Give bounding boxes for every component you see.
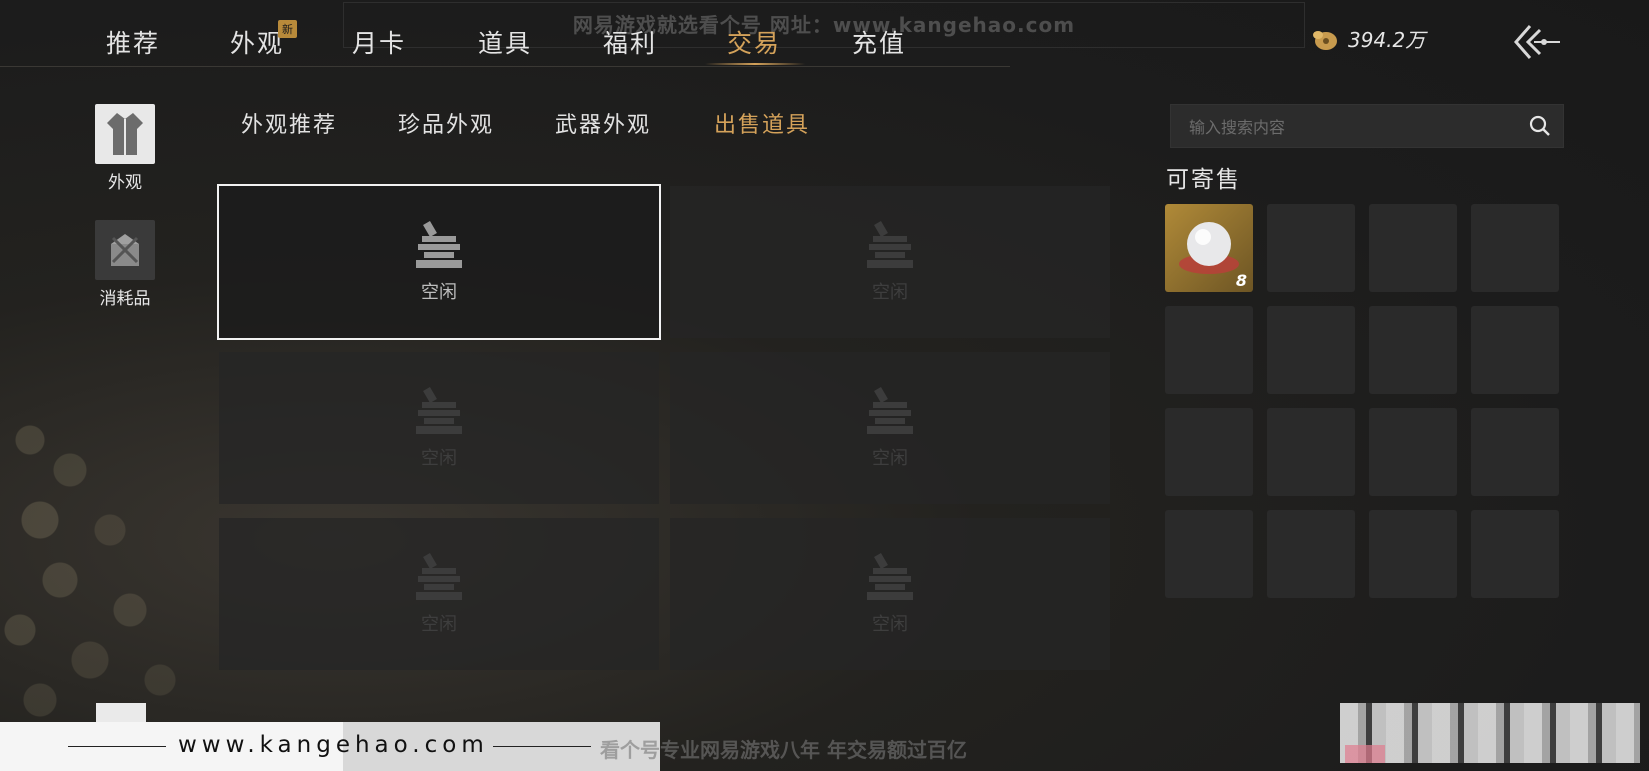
pixelated-watermark xyxy=(1340,703,1640,763)
footer-url: www.kangehao.com xyxy=(178,732,489,758)
sellable-grid: 8 xyxy=(1165,204,1559,598)
pixelated-watermark xyxy=(1345,745,1385,763)
inventory-cell[interactable] xyxy=(1165,510,1253,598)
subtab-appearance-recommend[interactable]: 外观推荐 xyxy=(241,107,337,139)
inventory-cell[interactable] xyxy=(1165,306,1253,394)
new-badge: 新 xyxy=(278,20,297,38)
active-tab-indicator xyxy=(705,63,805,65)
category-consumables[interactable]: 消耗品 xyxy=(95,220,155,309)
category-appearance[interactable]: 外观 xyxy=(95,104,155,193)
item-count: 8 xyxy=(1235,271,1247,290)
divider xyxy=(68,746,166,747)
slot-status: 空闲 xyxy=(421,282,457,303)
section-header-partial xyxy=(210,150,360,164)
inventory-cell[interactable]: 8 xyxy=(1165,204,1253,292)
pavilion-icon xyxy=(867,386,913,434)
tab-recharge[interactable]: 充值 xyxy=(852,24,906,60)
tab-welfare[interactable]: 福利 xyxy=(603,24,657,60)
coin-pouch-icon xyxy=(1313,30,1337,50)
inventory-cell[interactable] xyxy=(1471,204,1559,292)
inventory-cell[interactable] xyxy=(1471,510,1559,598)
slot-status: 空闲 xyxy=(872,614,908,635)
pavilion-icon xyxy=(867,220,913,268)
tab-items[interactable]: 道具 xyxy=(478,24,532,60)
tab-recommend[interactable]: 推荐 xyxy=(106,24,160,60)
subtab-weapon-appearance[interactable]: 武器外观 xyxy=(555,107,651,139)
pavilion-icon xyxy=(867,552,913,600)
tab-trade[interactable]: 交易 xyxy=(727,24,781,60)
trade-slot[interactable]: 空闲 xyxy=(217,184,661,340)
inventory-cell[interactable] xyxy=(1267,306,1355,394)
category-label: 外观 xyxy=(108,173,142,193)
trade-slot[interactable]: 空闲 xyxy=(670,186,1110,338)
search-icon[interactable] xyxy=(1529,115,1551,137)
subtab-sell-items[interactable]: 出售道具 xyxy=(714,107,810,139)
trade-slot[interactable]: 空闲 xyxy=(219,352,659,504)
inventory-cell[interactable] xyxy=(1267,408,1355,496)
inventory-cell[interactable] xyxy=(1471,408,1559,496)
subtab-rare-appearance[interactable]: 珍品外观 xyxy=(398,107,494,139)
currency-display: 394.2万 xyxy=(1310,24,1425,53)
sellable-title: 可寄售 xyxy=(1166,167,1241,193)
back-arrow-icon[interactable] xyxy=(1510,22,1564,62)
slot-status: 空闲 xyxy=(421,448,457,469)
pavilion-icon xyxy=(416,220,462,268)
slot-status: 空闲 xyxy=(421,614,457,635)
robe-icon xyxy=(95,104,155,164)
trade-slot[interactable]: 空闲 xyxy=(670,352,1110,504)
inventory-cell[interactable] xyxy=(1369,510,1457,598)
divider xyxy=(493,746,591,747)
inventory-cell[interactable] xyxy=(1369,408,1457,496)
trade-slot[interactable]: 空闲 xyxy=(219,518,659,670)
package-icon xyxy=(95,220,155,280)
trade-slot[interactable]: 空闲 xyxy=(670,518,1110,670)
tab-monthly-card[interactable]: 月卡 xyxy=(352,24,406,60)
tab-appearance[interactable]: 外观 xyxy=(230,24,284,60)
slot-status: 空闲 xyxy=(872,448,908,469)
footer-slogan: 看个号专业网易游戏八年 年交易额过百亿 xyxy=(600,738,967,762)
inventory-cell[interactable] xyxy=(1369,204,1457,292)
inventory-cell[interactable] xyxy=(1267,204,1355,292)
slot-status: 空闲 xyxy=(872,282,908,303)
search-box xyxy=(1170,104,1564,149)
pavilion-icon xyxy=(416,552,462,600)
search-input[interactable] xyxy=(1171,105,1521,149)
currency-amount: 394.2万 xyxy=(1348,28,1426,52)
inventory-cell[interactable] xyxy=(1267,510,1355,598)
inventory-cell[interactable] xyxy=(1165,408,1253,496)
category-label: 消耗品 xyxy=(99,289,151,309)
inventory-cell[interactable] xyxy=(1471,306,1559,394)
inventory-cell[interactable] xyxy=(1369,306,1457,394)
pavilion-icon xyxy=(416,386,462,434)
